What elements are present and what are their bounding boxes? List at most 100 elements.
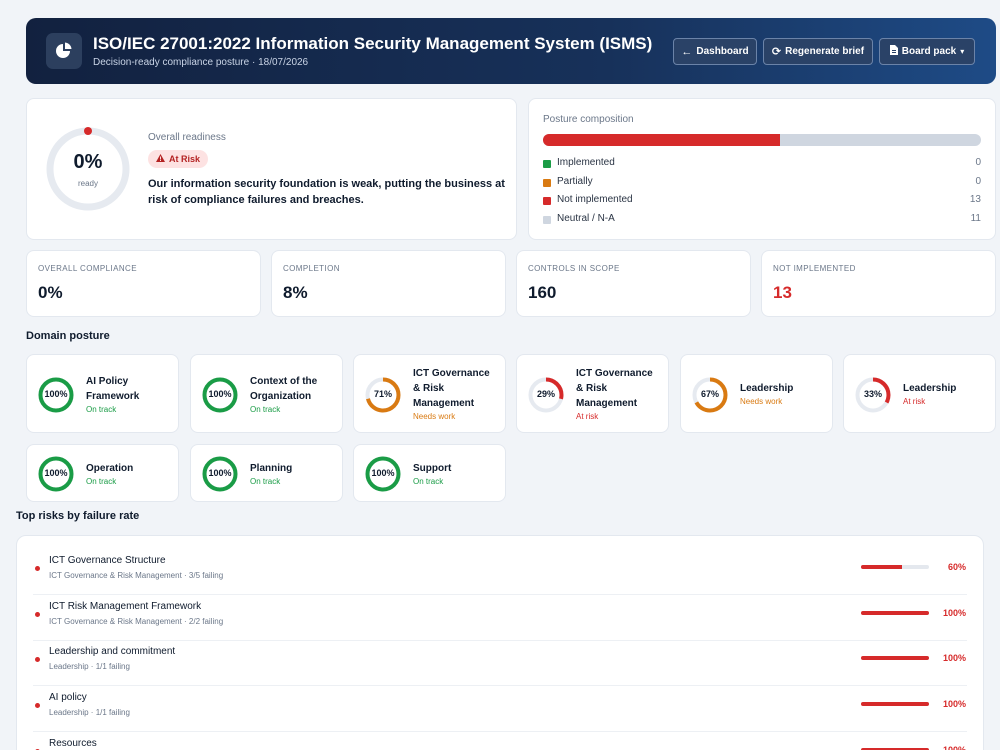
domain-card[interactable]: 100% AI Policy Framework On track <box>26 354 179 433</box>
domain-name: Leadership <box>903 381 956 396</box>
domain-status: On track <box>86 476 117 486</box>
domain-name: Leadership <box>740 381 793 396</box>
risk-indicator-dot <box>35 703 40 709</box>
legend-swatch <box>543 160 551 168</box>
legend-label: Not implemented <box>557 194 633 205</box>
kpi-value: 160 <box>528 283 557 302</box>
risk-divider <box>33 685 967 687</box>
domain-name-line: Operation <box>86 462 134 474</box>
risk-divider <box>33 594 967 595</box>
readiness-ring-label: ready <box>77 179 98 188</box>
risk-name: ICT Governance Structure <box>49 555 166 566</box>
risk-subtitle: ICT Governance & Risk Management · 2/2 f… <box>49 616 224 626</box>
dashboard-button-label: Dashboard <box>696 46 749 57</box>
risk-bar-fill <box>861 565 902 569</box>
domain-name-line: & Risk <box>413 383 445 394</box>
risk-percent: 100% <box>942 744 966 750</box>
domain-percent: 100% <box>44 388 68 399</box>
posture-composition-card: Posture composition Implemented 0 Partiall… <box>528 98 996 240</box>
board-pack-button-label: Board pack <box>901 46 957 57</box>
domain-percent: 71% <box>373 388 392 399</box>
domain-card[interactable]: 100% Support On track <box>353 444 506 502</box>
kpi-card: COMPLETION 8% <box>271 250 506 317</box>
domain-name-line: Framework <box>86 390 140 402</box>
domain-status: Needs work <box>740 397 783 406</box>
board-pack-button[interactable]: Board pack ▾ <box>879 38 975 65</box>
domain-percent: 100% <box>371 468 395 478</box>
domain-card[interactable]: 100% Operation On track <box>26 444 179 502</box>
domain-name-line: Support <box>413 462 452 474</box>
domain-name: AI Policy Framework <box>86 374 139 404</box>
domain-card[interactable]: 33% Leadership At risk <box>843 354 996 433</box>
risk-bar-fill <box>861 610 929 615</box>
domain-percent: 29% <box>536 388 555 399</box>
legend-swatch <box>543 215 551 224</box>
kpi-value: 0% <box>38 283 63 302</box>
readiness-card: 0% ready Overall readiness At Risk Our i… <box>26 98 517 240</box>
risk-subtitle: ICT Governance & Risk Management · 3/5 f… <box>49 571 224 580</box>
risk-row[interactable]: Resources 100% <box>17 737 983 750</box>
readiness-ring-marker <box>84 127 92 135</box>
domain-status: At risk <box>576 412 599 421</box>
risk-bar <box>861 702 929 707</box>
risk-indicator-dot <box>35 657 40 663</box>
regenerate-brief-button[interactable]: ⟳ Regenerate brief <box>763 38 873 65</box>
risk-bar-fill <box>861 702 929 707</box>
domain-name-line: Management <box>413 398 475 409</box>
kpi-label: CONTROLS IN SCOPE <box>528 264 620 273</box>
legend-item: Neutral / N-A 11 <box>543 213 981 227</box>
domain-percent: 100% <box>208 468 232 478</box>
kpi-label: OVERALL COMPLIANCE <box>38 264 137 273</box>
risk-row[interactable]: AI policy Leadership · 1/1 failing 100% <box>17 691 983 735</box>
risk-percent: 60% <box>947 562 966 572</box>
domain-name-line: Management <box>576 398 638 409</box>
legend-label: Implemented <box>557 157 615 168</box>
domain-name-line: Leadership <box>903 383 957 394</box>
status-badge-label: At Risk <box>169 154 201 164</box>
risk-row[interactable]: Leadership and commitment Leadership · 1/… <box>17 645 983 689</box>
domain-name-line: Planning <box>250 462 293 474</box>
domain-card[interactable]: 100% Planning On track <box>190 444 343 502</box>
risk-name: Resources <box>49 737 97 749</box>
domain-status: On track <box>250 404 281 414</box>
domain-status: Needs work <box>413 412 456 421</box>
pie-chart-icon <box>46 33 82 69</box>
domain-card[interactable]: 71% ICT Governance & Risk Management Needs w… <box>353 354 506 433</box>
domain-percent: 100% <box>44 468 68 478</box>
legend-label: Partially <box>557 175 593 187</box>
risk-percent: 100% <box>942 607 966 618</box>
risk-divider <box>33 731 967 733</box>
domain-card[interactable]: 100% Context of the Organization On track <box>190 354 343 433</box>
domain-name-line: Leadership <box>740 383 794 394</box>
composition-bar-fill <box>543 134 780 146</box>
domain-posture-title: Domain posture <box>26 330 110 342</box>
legend-swatch <box>543 178 551 187</box>
domain-name: ICT Governance & Risk Management <box>413 366 490 411</box>
risk-percent: 100% <box>942 699 966 710</box>
legend-value: 0 <box>975 157 981 168</box>
risk-row[interactable]: ICT Governance Structure ICT Governance &… <box>17 554 983 598</box>
domain-status: On track <box>250 476 281 486</box>
page-header: ISO/IEC 27001:2022 Information Security … <box>26 18 996 84</box>
domain-status: At risk <box>903 397 926 406</box>
risk-indicator-dot <box>35 611 40 617</box>
domain-card[interactable]: 67% Leadership Needs work <box>680 354 833 433</box>
top-risks-title: Top risks by failure rate <box>16 510 140 522</box>
legend-swatch <box>543 197 551 205</box>
domain-name: Operation <box>86 461 133 476</box>
risk-name: ICT Risk Management Framework <box>49 600 202 612</box>
risk-row[interactable]: ICT Risk Management Framework ICT Governa… <box>17 600 983 644</box>
risk-bar-fill <box>861 656 929 661</box>
domain-status: On track <box>86 404 117 414</box>
page-title: ISO/IEC 27001:2022 Information Security … <box>93 34 653 53</box>
composition-bar <box>543 134 981 146</box>
domain-name-line: ICT Governance <box>413 368 490 379</box>
readiness-percent: 0% <box>73 151 103 173</box>
document-icon <box>889 45 898 58</box>
domain-card[interactable]: 29% ICT Governance & Risk Management At risk <box>516 354 669 433</box>
dashboard-button[interactable]: ← Dashboard <box>673 38 757 65</box>
risk-divider <box>33 639 967 641</box>
kpi-card: NOT IMPLEMENTED 13 <box>761 250 996 317</box>
legend-label: Neutral / N-A <box>557 212 615 224</box>
risk-subtitle: Leadership · 1/1 failing <box>49 662 130 672</box>
